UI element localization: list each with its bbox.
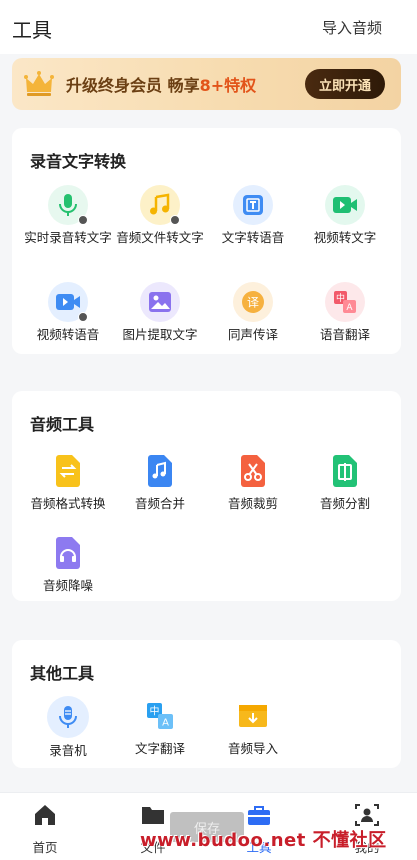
membership-banner[interactable]: 升级终身会员 畅享8+特权 立即开通 xyxy=(12,58,401,110)
tool-audio-file-transcribe[interactable]: 音频文件转文字 xyxy=(112,185,208,246)
import-icon xyxy=(233,696,273,736)
banner-text-main: 升级终身会员 畅享 xyxy=(66,76,200,95)
tool-label: 视频转文字 xyxy=(313,230,377,245)
tool-label: 语音翻译 xyxy=(319,327,370,342)
format-convert-icon xyxy=(48,451,88,491)
video-icon xyxy=(325,185,365,225)
tool-label: 音频分割 xyxy=(319,496,370,511)
svg-text:A: A xyxy=(346,303,353,313)
tool-label: 同声传译 xyxy=(227,327,278,342)
tool-audio-split[interactable]: 音频分割 xyxy=(297,451,393,512)
import-audio-button[interactable]: 导入音频 xyxy=(322,17,382,38)
tool-audio-merge[interactable]: 音频合并 xyxy=(112,451,208,512)
merge-icon xyxy=(140,451,180,491)
music-note-icon xyxy=(140,185,180,225)
folder-icon xyxy=(142,807,164,824)
tool-voice-translate[interactable]: 中A 语音翻译 xyxy=(297,282,393,343)
tool-audio-format-convert[interactable]: 音频格式转换 xyxy=(20,451,116,512)
tool-label: 音频降噪 xyxy=(42,578,93,593)
open-membership-button[interactable]: 立即开通 xyxy=(305,69,385,99)
tool-label: 图片提取文字 xyxy=(122,327,198,342)
tool-label: 音频格式转换 xyxy=(30,496,106,511)
section-title: 录音文字转换 xyxy=(30,152,127,171)
section-title: 其他工具 xyxy=(30,664,95,683)
video-audio-icon xyxy=(48,282,88,322)
tool-realtime-transcribe[interactable]: 实时录音转文字 xyxy=(20,185,116,246)
tool-video-to-audio[interactable]: 视频转语音 xyxy=(20,282,116,343)
tool-image-ocr[interactable]: 图片提取文字 xyxy=(112,282,208,343)
tool-label: 文字翻译 xyxy=(134,741,185,756)
tool-video-to-text[interactable]: 视频转文字 xyxy=(297,185,393,246)
section-title: 音频工具 xyxy=(30,415,95,434)
denoise-icon xyxy=(48,533,88,573)
nav-home[interactable]: 首页 xyxy=(0,803,90,856)
tool-label: 实时录音转文字 xyxy=(24,230,112,245)
mic-icon xyxy=(48,185,88,225)
tool-label: 音频文件转文字 xyxy=(116,230,204,245)
tool-text-translate[interactable]: 中A 文字翻译 xyxy=(112,696,208,757)
crown-icon xyxy=(24,71,54,96)
profile-icon xyxy=(355,804,379,826)
recorder-icon xyxy=(47,696,89,738)
header: 工具 导入音频 xyxy=(0,0,417,54)
split-icon xyxy=(325,451,365,491)
translate-icon: 中A xyxy=(325,282,365,322)
banner-text: 升级终身会员 畅享8+特权 xyxy=(66,72,256,96)
scissors-icon xyxy=(233,451,273,491)
tool-label: 音频导入 xyxy=(227,741,278,756)
page-title: 工具 xyxy=(12,18,52,42)
tool-label: 音频合并 xyxy=(134,496,185,511)
tool-audio-denoise[interactable]: 音频降噪 xyxy=(20,533,116,594)
toolbox-icon xyxy=(248,806,270,825)
tool-audio-trim[interactable]: 音频裁剪 xyxy=(205,451,301,512)
home-icon xyxy=(35,805,55,825)
tool-label: 音频裁剪 xyxy=(227,496,278,511)
section-audio-tools: 音频工具 音频格式转换 音频合并 音频裁剪 音频分割 音频降噪 xyxy=(12,391,401,601)
text-to-speech-icon xyxy=(233,185,273,225)
image-icon xyxy=(140,282,180,322)
tool-label: 文字转语音 xyxy=(221,230,285,245)
tool-simultaneous-interpret[interactable]: 译 同声传译 xyxy=(205,282,301,343)
tool-recorder[interactable]: 录音机 xyxy=(20,696,116,759)
tool-label: 录音机 xyxy=(49,743,87,758)
text-translate-icon: 中A xyxy=(140,696,180,736)
banner-text-highlight: 8+特权 xyxy=(199,76,257,95)
watermark: www.budoo.net 不懂社区 xyxy=(140,830,387,851)
section-speech-text: 录音文字转换 实时录音转文字 音频文件转文字 文字转语音 视频转文字 视频转语音 xyxy=(12,128,401,354)
tool-label: 视频转语音 xyxy=(36,327,100,342)
tool-text-to-speech[interactable]: 文字转语音 xyxy=(205,185,301,246)
svg-text:中: 中 xyxy=(150,705,160,718)
svg-text:A: A xyxy=(162,718,169,729)
nav-label: 首页 xyxy=(32,840,58,855)
tool-audio-import[interactable]: 音频导入 xyxy=(205,696,301,757)
interpret-icon: 译 xyxy=(233,282,273,322)
section-other-tools: 其他工具 录音机 中A 文字翻译 音频导入 xyxy=(12,640,401,768)
svg-text:译: 译 xyxy=(247,296,259,310)
